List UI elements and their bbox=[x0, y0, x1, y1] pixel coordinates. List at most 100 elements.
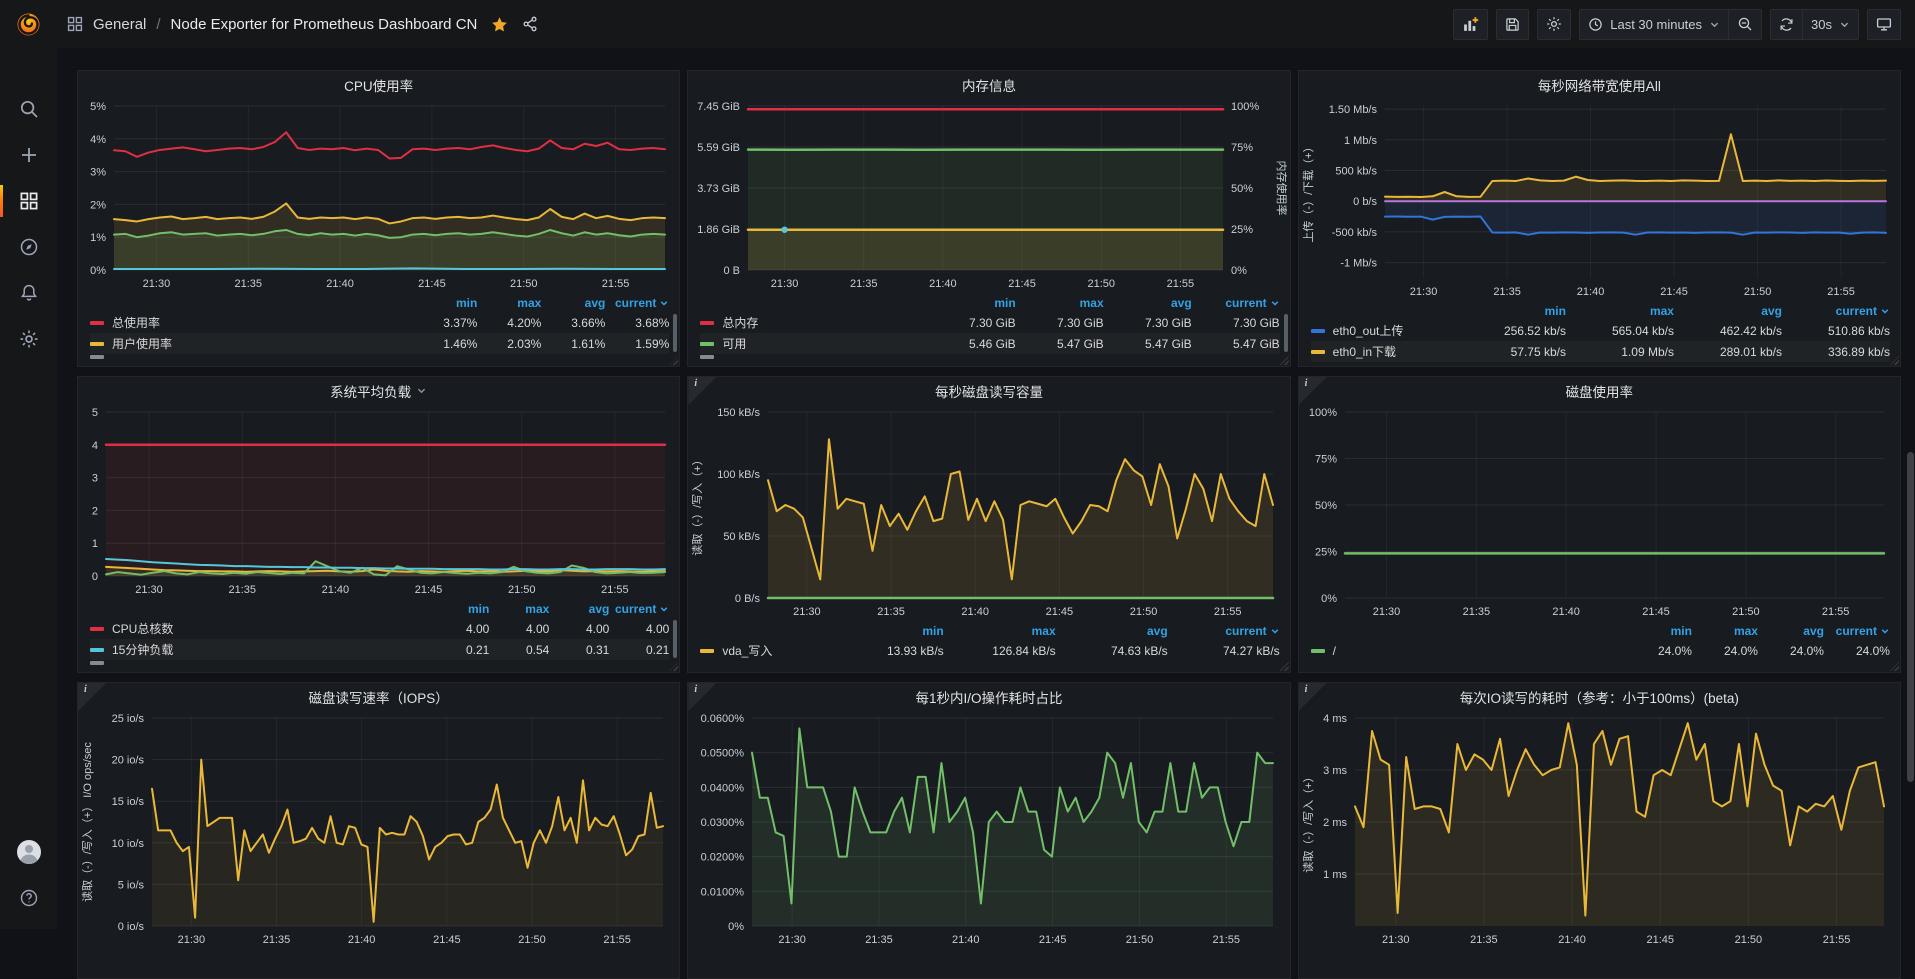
legend-series-name[interactable]: 总使用率 bbox=[112, 314, 413, 331]
legend-sort-min[interactable]: min bbox=[1626, 624, 1692, 638]
legend-series-name[interactable]: 可用 bbox=[722, 335, 927, 352]
compass-icon bbox=[19, 237, 39, 257]
series-color-dash[interactable] bbox=[1311, 350, 1325, 354]
legend-sort-min[interactable]: min bbox=[832, 624, 944, 638]
panel-title-network-bandwidth[interactable]: 每秒网络带宽使用All bbox=[1299, 71, 1900, 98]
panel-title-disk-io-bytes[interactable]: 每秒磁盘读写容量 bbox=[688, 377, 1289, 404]
series-color-dash[interactable] bbox=[90, 648, 104, 652]
panel-title-system-load[interactable]: 系统平均负载 bbox=[78, 377, 679, 404]
svg-text:1%: 1% bbox=[90, 232, 106, 244]
panel-title-disk-usage[interactable]: 磁盘使用率 bbox=[1299, 377, 1900, 404]
panel-title-io-latency[interactable]: 每次IO读写的耗时（参考：小于100ms）(beta) bbox=[1299, 683, 1900, 710]
panel-title-io-time-percent[interactable]: 每1秒内I/O操作耗时占比 bbox=[688, 683, 1289, 710]
chart-system-load[interactable]: 01234521:3021:3521:4021:4521:5021:55 bbox=[78, 404, 679, 600]
series-color-dash[interactable] bbox=[90, 321, 104, 325]
legend-sort-max[interactable]: max bbox=[944, 624, 1056, 638]
sidebar-item-explore[interactable] bbox=[0, 224, 57, 270]
series-color-dash[interactable] bbox=[700, 649, 714, 653]
share-icon[interactable] bbox=[522, 16, 538, 32]
svg-text:5 io/s: 5 io/s bbox=[118, 879, 145, 891]
legend-series-name[interactable]: CPU总核数 bbox=[112, 620, 429, 637]
legend-sort-current[interactable]: current bbox=[1824, 624, 1890, 638]
svg-text:1 Mb/s: 1 Mb/s bbox=[1344, 135, 1378, 147]
sidebar-item-search[interactable] bbox=[0, 86, 57, 132]
sidebar-item-create[interactable] bbox=[0, 132, 57, 178]
legend-row: /24.0%24.0%24.0%24.0% bbox=[1311, 640, 1890, 661]
svg-text:1.86 GiB: 1.86 GiB bbox=[698, 224, 741, 236]
chart-cpu-usage[interactable]: 0%1%2%3%4%5%21:3021:3521:4021:4521:5021:… bbox=[78, 98, 679, 294]
sidebar-item-help[interactable] bbox=[0, 875, 57, 921]
refresh-button[interactable] bbox=[1770, 9, 1802, 40]
legend-sort-min[interactable]: min bbox=[928, 296, 1016, 310]
legend-scrollbar[interactable] bbox=[673, 620, 677, 658]
legend-sort-max[interactable]: max bbox=[1566, 304, 1674, 318]
legend-sort-avg[interactable]: avg bbox=[1104, 296, 1192, 310]
series-color-dash[interactable] bbox=[700, 321, 714, 325]
legend-memory-info: minmaxavgcurrent总内存7.30 GiB7.30 GiB7.30 … bbox=[688, 294, 1289, 366]
panel-title-cpu-usage[interactable]: CPU使用率 bbox=[78, 71, 679, 98]
legend-series-name[interactable]: 用户使用率 bbox=[112, 335, 413, 352]
legend-sort-max[interactable]: max bbox=[477, 296, 541, 310]
legend-sort-current[interactable]: current bbox=[1782, 304, 1890, 318]
panel-title-disk-iops[interactable]: 磁盘读写速率（IOPS） bbox=[78, 683, 679, 710]
legend-sort-avg[interactable]: avg bbox=[1056, 624, 1168, 638]
sidebar-item-profile[interactable] bbox=[0, 829, 57, 875]
chart-disk-iops[interactable]: 0 io/s5 io/s10 io/s15 io/s20 io/s25 io/s… bbox=[78, 710, 679, 950]
refresh-interval-picker[interactable]: 30s bbox=[1802, 9, 1859, 40]
legend-sort-avg[interactable]: avg bbox=[1674, 304, 1782, 318]
save-dashboard-button[interactable] bbox=[1496, 9, 1529, 40]
legend-sort-current[interactable]: current bbox=[1168, 624, 1280, 638]
legend-series-name[interactable]: eth0_in下载 bbox=[1333, 343, 1458, 360]
breadcrumb-folder[interactable]: General bbox=[93, 16, 146, 33]
legend-series-name[interactable]: eth0_out上传 bbox=[1333, 322, 1458, 339]
legend-sort-min[interactable]: min bbox=[429, 602, 489, 616]
series-color-dash[interactable] bbox=[1311, 329, 1325, 333]
legend-sort-max[interactable]: max bbox=[489, 602, 549, 616]
svg-text:3.73 GiB: 3.73 GiB bbox=[698, 183, 741, 195]
legend-sort-max[interactable]: max bbox=[1692, 624, 1758, 638]
chart-memory-info[interactable]: 0 B1.86 GiB3.73 GiB5.59 GiB7.45 GiB0%25%… bbox=[688, 98, 1289, 294]
chart-io-time-percent[interactable]: 0%0.0100%0.0200%0.0300%0.0400%0.0500%0.0… bbox=[688, 710, 1289, 950]
legend-sort-current[interactable]: current bbox=[1192, 296, 1280, 310]
legend-series-name[interactable]: / bbox=[1333, 644, 1626, 658]
legend-sort-current[interactable]: current bbox=[605, 296, 669, 310]
svg-text:15 io/s: 15 io/s bbox=[112, 796, 145, 808]
series-color-dash[interactable] bbox=[90, 342, 104, 346]
series-color-dash[interactable] bbox=[90, 627, 104, 631]
add-panel-button[interactable] bbox=[1453, 9, 1488, 40]
series-color-dash[interactable] bbox=[1311, 649, 1325, 653]
legend-series-name[interactable]: vda_写入 bbox=[722, 642, 831, 659]
dashboard-settings-button[interactable] bbox=[1537, 9, 1571, 40]
legend-scrollbar[interactable] bbox=[1284, 314, 1288, 352]
sidebar-item-alerting[interactable] bbox=[0, 270, 57, 316]
legend-sort-min[interactable]: min bbox=[1458, 304, 1566, 318]
sidebar-item-configuration[interactable] bbox=[0, 316, 57, 362]
legend-sort-avg[interactable]: avg bbox=[549, 602, 609, 616]
chart-disk-usage[interactable]: 0%25%50%75%100%21:3021:3521:4021:4521:50… bbox=[1299, 404, 1900, 622]
panel-title-memory-info[interactable]: 内存信息 bbox=[688, 71, 1289, 98]
legend-sort-avg[interactable]: avg bbox=[541, 296, 605, 310]
legend-sort-avg[interactable]: avg bbox=[1758, 624, 1824, 638]
dashboard-title[interactable]: Node Exporter for Prometheus Dashboard C… bbox=[171, 16, 478, 33]
series-color-dash[interactable] bbox=[700, 342, 714, 346]
legend-row: 总使用率3.37%4.20%3.66%3.68% bbox=[90, 312, 669, 333]
legend-series-name[interactable]: 总内存 bbox=[722, 314, 927, 331]
legend-sort-max[interactable]: max bbox=[1016, 296, 1104, 310]
time-range-picker[interactable]: Last 30 minutes bbox=[1579, 9, 1728, 40]
legend-scrollbar[interactable] bbox=[673, 314, 677, 352]
svg-text:0.0300%: 0.0300% bbox=[701, 817, 745, 829]
legend-sort-min[interactable]: min bbox=[413, 296, 477, 310]
legend-sort-current[interactable]: current bbox=[609, 602, 669, 616]
zoom-out-time-button[interactable] bbox=[1728, 9, 1762, 40]
favorite-star-icon[interactable] bbox=[491, 16, 508, 33]
chart-io-latency[interactable]: 1 ms2 ms3 ms4 ms21:3021:3521:4021:4521:5… bbox=[1299, 710, 1900, 950]
legend-disk-usage: minmaxavgcurrent/24.0%24.0%24.0%24.0% bbox=[1299, 622, 1900, 672]
grafana-logo[interactable] bbox=[0, 0, 57, 48]
sidebar-item-dashboards[interactable] bbox=[0, 178, 57, 224]
page-scrollbar[interactable] bbox=[1907, 452, 1914, 782]
legend-series-name[interactable]: 15分钟负载 bbox=[112, 641, 429, 658]
tv-mode-button[interactable] bbox=[1867, 9, 1901, 40]
svg-text:0 B: 0 B bbox=[724, 265, 741, 277]
chart-disk-io-bytes[interactable]: 0 B/s50 kB/s100 kB/s150 kB/s21:3021:3521… bbox=[688, 404, 1289, 622]
chart-network-bandwidth[interactable]: -1 Mb/s-500 kb/s0 b/s500 kb/s1 Mb/s1.50 … bbox=[1299, 98, 1900, 302]
